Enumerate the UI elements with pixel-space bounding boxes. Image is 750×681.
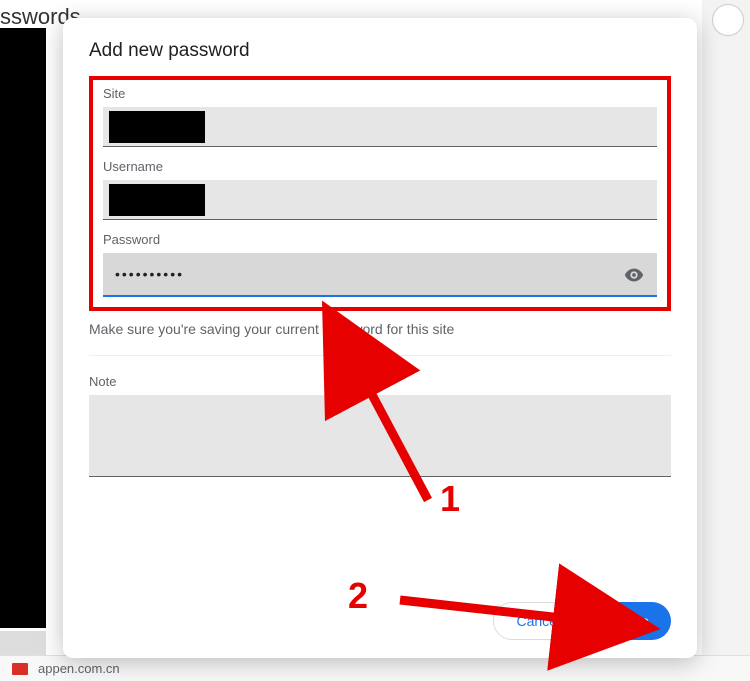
dialog-buttons: Cancel Save	[493, 602, 671, 640]
site-redaction	[109, 111, 205, 143]
eye-icon[interactable]	[623, 264, 645, 286]
annotation-highlight-box: Site Username Password	[89, 76, 671, 311]
save-button[interactable]: Save	[595, 602, 671, 640]
divider	[89, 355, 671, 356]
bg-right-strip	[702, 0, 750, 655]
site-field: Site	[103, 86, 657, 147]
bg-sidebar-dark	[0, 28, 46, 628]
username-label: Username	[103, 159, 657, 174]
footer-site: appen.com.cn	[38, 661, 120, 676]
password-input[interactable]	[103, 253, 657, 297]
favicon-icon	[12, 663, 28, 675]
add-password-dialog: Add new password Site Username Password	[63, 18, 697, 658]
bg-avatar-circle	[712, 4, 744, 36]
cancel-button[interactable]: Cancel	[493, 602, 583, 640]
password-label: Password	[103, 232, 657, 247]
footer-bar: appen.com.cn	[0, 655, 750, 681]
note-label: Note	[89, 374, 671, 389]
username-field: Username	[103, 159, 657, 220]
dialog-title: Add new password	[89, 40, 671, 62]
username-redaction	[109, 184, 205, 216]
password-field: Password	[103, 232, 657, 297]
note-input[interactable]	[89, 395, 671, 477]
helper-text: Make sure you're saving your current pas…	[89, 321, 671, 337]
note-field: Note	[89, 374, 671, 482]
site-label: Site	[103, 86, 657, 101]
